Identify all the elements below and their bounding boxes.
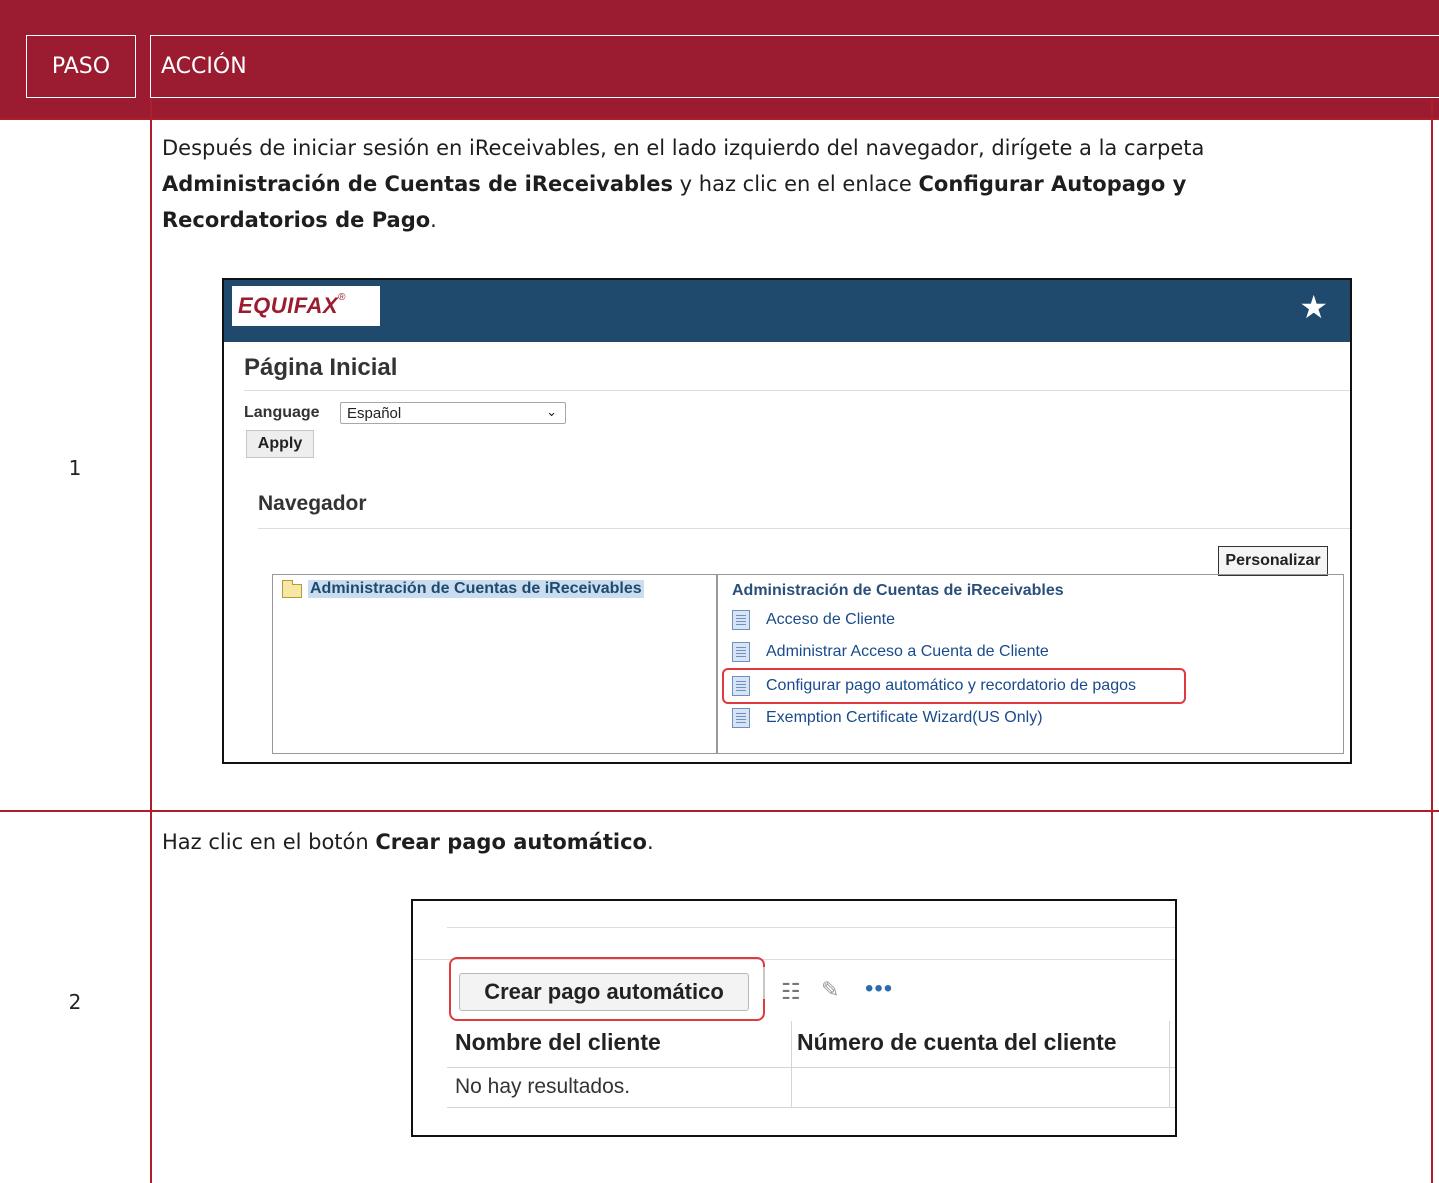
filter-icon[interactable]: ☷	[781, 979, 801, 1005]
language-select[interactable]: Español ⌄	[340, 402, 566, 424]
step-number: 2	[68, 990, 82, 1014]
grid-line-right	[1431, 98, 1433, 1183]
instruction-text: .	[646, 830, 654, 854]
grid-line-row1-top	[0, 118, 1439, 120]
language-value: Español	[347, 404, 402, 422]
step-instruction: Después de iniciar sesión en iReceivable…	[162, 130, 1342, 238]
logo-mark: ®	[338, 292, 346, 303]
chevron-down-icon: ⌄	[546, 404, 557, 419]
row-divider	[447, 1107, 1175, 1108]
divider	[447, 927, 1175, 928]
grid-line-left	[150, 98, 152, 1183]
language-label: Language	[244, 404, 320, 421]
page-title: Página Inicial	[244, 354, 398, 381]
grid-line-row2-top	[0, 810, 1439, 812]
more-icon[interactable]: •••	[865, 975, 893, 1003]
divider	[258, 528, 1350, 529]
header-paso: PASO	[26, 35, 136, 98]
column-header[interactable]: Nombre del cliente	[455, 1029, 661, 1056]
apply-button[interactable]: Apply	[246, 430, 314, 458]
folder-icon	[282, 580, 302, 598]
no-results-text: No hay resultados.	[455, 1075, 631, 1098]
link-label[interactable]: Exemption Certificate Wizard(US Only)	[766, 709, 1043, 727]
header-accion: ACCIÓN	[150, 35, 1439, 98]
personalize-button[interactable]: Personalizar	[1218, 546, 1328, 576]
app-header-bar: EQUIFAX ® ★	[224, 280, 1350, 342]
link-label[interactable]: Administrar Acceso a Cuenta de Cliente	[766, 643, 1049, 661]
panel-divider	[716, 574, 718, 754]
pencil-icon[interactable]: ✎	[821, 977, 839, 1003]
link-item[interactable]: Acceso de Cliente	[732, 608, 895, 632]
column-divider	[1169, 1021, 1170, 1107]
instruction-text: Después de iniciar sesión en iReceivable…	[162, 136, 1205, 160]
instruction-text: Haz clic en el botón	[162, 830, 376, 854]
logo-text: EQUIFAX	[238, 293, 339, 318]
folder-item[interactable]: Administración de Cuentas de iReceivable…	[308, 580, 644, 598]
instruction-text: y haz clic en el enlace	[673, 172, 919, 196]
column-divider	[791, 1021, 792, 1107]
highlight-box	[722, 668, 1186, 704]
link-label[interactable]: Acceso de Cliente	[766, 611, 895, 629]
document-icon	[732, 610, 750, 630]
row-divider	[447, 1067, 1175, 1068]
divider	[244, 390, 1350, 391]
autopay-screenshot: Crear pago automático ☷ ✎ ••• Nombre del…	[411, 899, 1177, 1137]
navigator-title: Navegador	[258, 492, 367, 515]
link-item[interactable]: Exemption Certificate Wizard(US Only)	[732, 706, 1043, 730]
highlight-box	[449, 957, 765, 1021]
document-icon	[732, 642, 750, 662]
table-header-band: PASO ACCIÓN	[0, 0, 1439, 120]
star-icon[interactable]: ★	[1299, 288, 1328, 326]
document-icon	[732, 708, 750, 728]
instruction-bold: Administración de Cuentas de iReceivable…	[162, 172, 673, 196]
step-number: 1	[68, 456, 82, 480]
equifax-logo: EQUIFAX ®	[232, 286, 380, 326]
instruction-bold: Crear pago automático	[375, 830, 647, 854]
step-instruction: Haz clic en el botón Crear pago automáti…	[162, 824, 1342, 860]
ireceivables-screenshot: EQUIFAX ® ★ Página Inicial Language Españ…	[222, 278, 1352, 764]
toolbar-separator	[763, 967, 765, 999]
column-header[interactable]: Número de cuenta del cliente	[797, 1029, 1117, 1056]
links-heading: Administración de Cuentas de iReceivable…	[732, 582, 1064, 599]
link-item[interactable]: Administrar Acceso a Cuenta de Cliente	[732, 640, 1049, 664]
instruction-text: .	[430, 208, 437, 232]
